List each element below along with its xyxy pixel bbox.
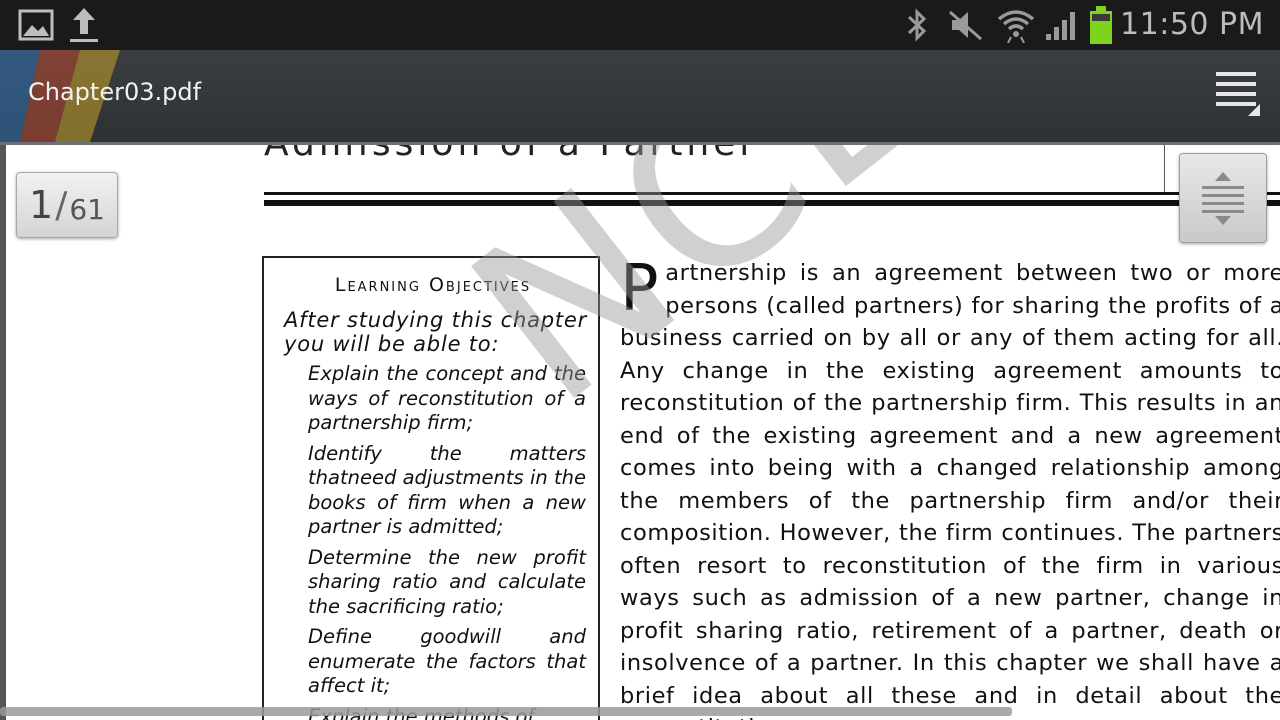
heading-rule-thick	[264, 200, 1280, 206]
list-item: Explain the concept and the ways of reco…	[290, 362, 586, 436]
list-item: Determine the new profit sharing ratio a…	[290, 546, 586, 620]
bluetooth-icon	[904, 0, 930, 50]
list-item: Define goodwill and enumerate the factor…	[290, 625, 586, 699]
wifi-icon	[996, 0, 1036, 50]
page-indicator[interactable]: 1 / 61	[16, 172, 118, 238]
learning-objectives-intro: After studying this chapter you will be …	[284, 308, 588, 356]
objective-text: Explain the concept and the ways of reco…	[308, 362, 586, 434]
pdf-page: Admission of a Partner Learning Objectiv…	[6, 145, 1280, 720]
mute-icon	[948, 0, 984, 50]
learning-objectives-list: Explain the concept and the ways of reco…	[290, 362, 586, 720]
learning-objectives-box: Learning Objectives After studying this …	[262, 256, 600, 720]
fast-scroll-handle[interactable]	[1179, 153, 1267, 243]
status-time: 11:50 PM	[1120, 7, 1264, 42]
app-bar: Chapter03.pdf	[0, 50, 1280, 145]
upload-icon	[68, 0, 100, 50]
document-title: Chapter03.pdf	[28, 78, 202, 106]
list-item: Identify the matters thatneed adjustment…	[290, 442, 586, 540]
status-bar: 11:50 PM	[0, 0, 1280, 50]
heading-rule-thin	[264, 192, 1280, 195]
signal-icon	[1044, 0, 1080, 50]
gallery-icon	[18, 0, 54, 50]
battery-icon	[1088, 0, 1114, 50]
objective-text: Identify the matters thatneed adjustment…	[308, 441, 586, 539]
current-page: 1	[29, 183, 54, 227]
chapter-heading: Admission of a Partner	[264, 145, 758, 164]
menu-lines-icon[interactable]	[1212, 68, 1262, 118]
drop-cap: P	[620, 252, 660, 326]
body-paragraph: artnership is an agreement between two o…	[620, 260, 1280, 720]
scroll-handle-icon	[1202, 172, 1244, 225]
total-pages: 61	[69, 192, 105, 226]
chapter-body-text: Partnership is an agreement between two …	[620, 257, 1280, 720]
objective-text: Determine the new profit sharing ratio a…	[308, 545, 586, 618]
page-separator: /	[55, 184, 68, 226]
learning-objectives-title: Learning Objectives	[334, 274, 532, 296]
pdf-viewer[interactable]: Admission of a Partner Learning Objectiv…	[0, 145, 1280, 720]
objective-text: Define goodwill and enumerate the factor…	[308, 625, 586, 697]
horizontal-scrollbar[interactable]	[0, 707, 1012, 716]
